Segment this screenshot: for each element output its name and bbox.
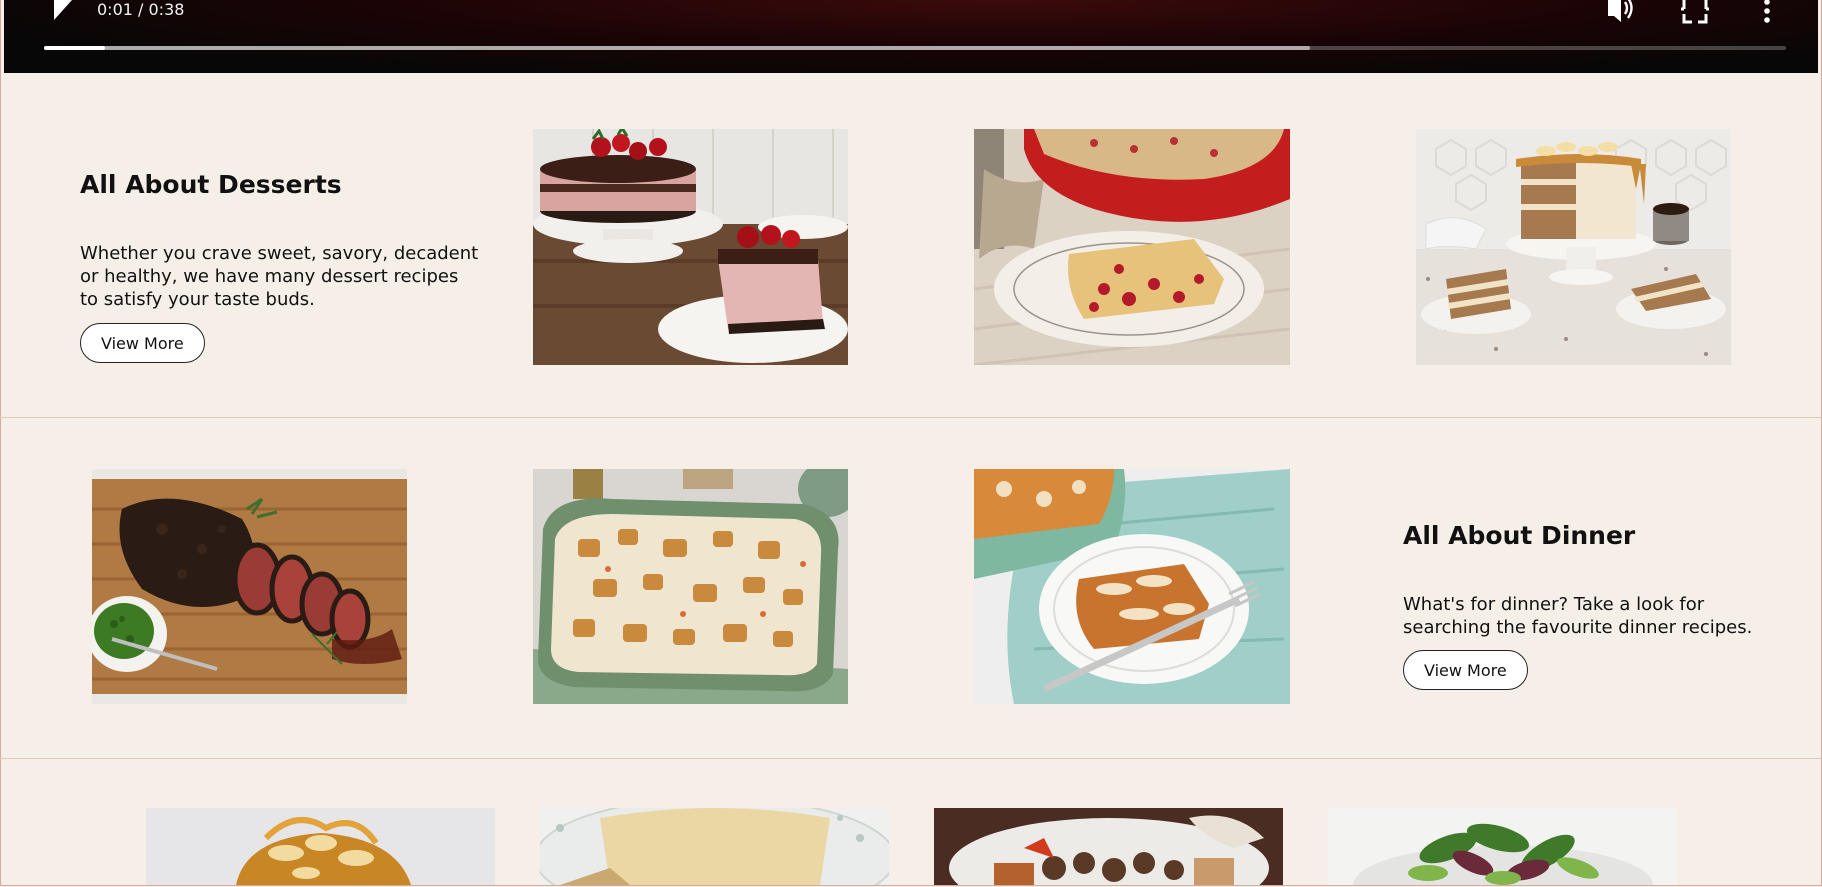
fullscreen-icon[interactable] — [1681, 0, 1709, 24]
dessert-photo-layer-cake[interactable] — [1416, 129, 1731, 365]
dinner-photo-steak[interactable] — [92, 469, 407, 704]
desserts-title: All About Desserts — [80, 170, 342, 199]
recipe-photo-caramel-dessert[interactable] — [146, 808, 495, 885]
dinner-photo-casserole[interactable] — [533, 469, 848, 704]
video-progress-track[interactable] — [44, 46, 1786, 50]
video-buffered-bar — [44, 46, 1311, 50]
desserts-view-more-button[interactable]: View More — [80, 323, 205, 363]
section-divider — [0, 417, 1822, 418]
dinner-title: All About Dinner — [1403, 521, 1636, 550]
dessert-photo-cheesecake[interactable] — [533, 129, 848, 365]
dinner-view-more-button[interactable]: View More — [1403, 650, 1528, 690]
more-vert-icon[interactable] — [1756, 0, 1778, 24]
video-time: 0:01 / 0:38 — [97, 0, 185, 19]
desserts-description: Whether you crave sweet, savory, decaden… — [80, 243, 479, 310]
dessert-photo-cranberry-pie[interactable] — [974, 129, 1290, 365]
recipe-photo-applesauce[interactable] — [540, 808, 889, 885]
recipe-photo-roast-platter[interactable] — [934, 808, 1283, 885]
dinner-description: What's for dinner? Take a look for searc… — [1403, 594, 1753, 638]
section-divider — [0, 758, 1822, 759]
dinner-photo-french-toast-bake[interactable] — [974, 469, 1290, 704]
play-icon[interactable] — [48, 0, 78, 22]
recipe-photo-green-salad[interactable] — [1328, 808, 1677, 885]
video-played-bar — [44, 46, 105, 50]
video-player[interactable]: 0:01 / 0:38 — [4, 0, 1818, 73]
volume-icon[interactable] — [1606, 0, 1638, 24]
